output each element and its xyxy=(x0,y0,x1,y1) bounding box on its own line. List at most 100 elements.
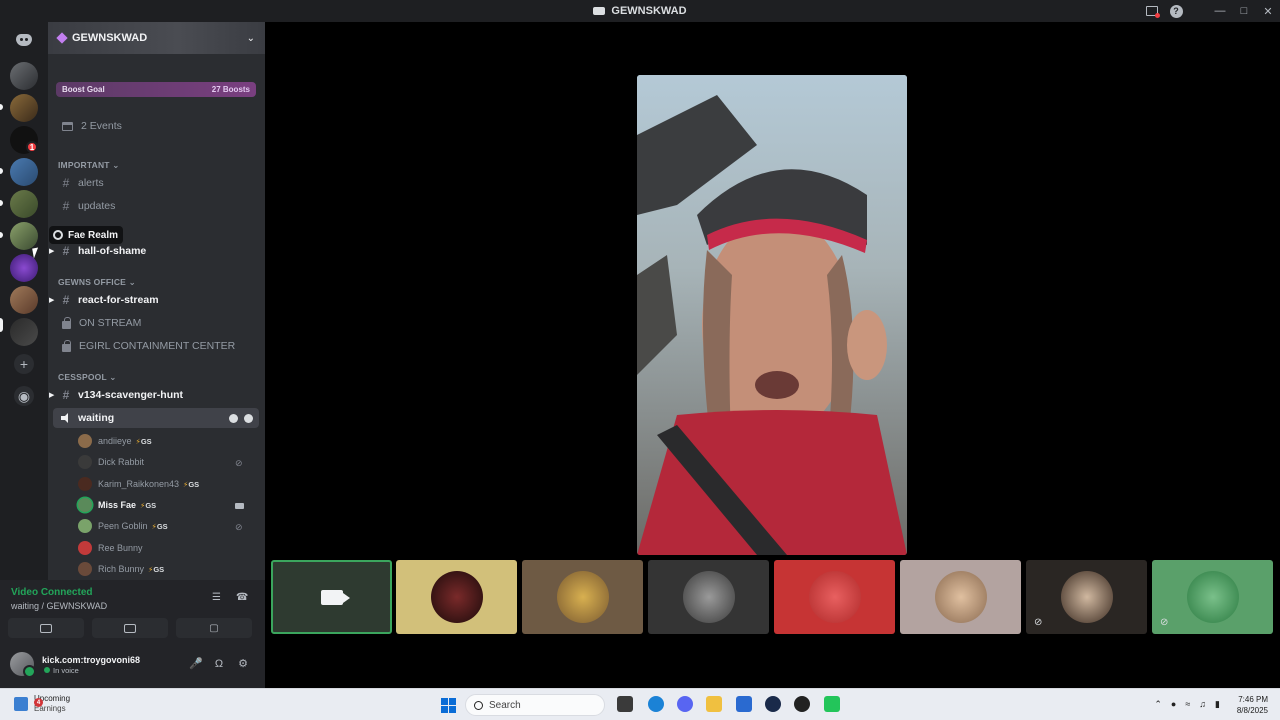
start-button[interactable] xyxy=(441,698,456,713)
member-name: Rich Bunny xyxy=(98,564,145,574)
member-tag: ⚡GS xyxy=(148,564,165,574)
server-icon[interactable] xyxy=(10,62,38,90)
voice-member[interactable]: Ree Bunny xyxy=(78,539,258,557)
channel-hall-of-shame[interactable]: ▶ # hall-of-shame xyxy=(49,241,259,261)
channel-label: ON STREAM xyxy=(79,317,142,329)
edge-icon[interactable] xyxy=(648,696,664,712)
server-logo-icon xyxy=(593,7,606,15)
file-explorer-icon[interactable] xyxy=(706,696,722,712)
channel-egirl-containment-center[interactable]: EGIRL CONTAINMENT CENTER xyxy=(53,336,259,356)
muted-icon: ⊘ xyxy=(235,521,243,532)
member-name: Ree Bunny xyxy=(98,543,143,553)
focused-video-stream[interactable] xyxy=(637,75,907,555)
chat-bubble-icon[interactable] xyxy=(229,413,238,423)
channel-react-for-stream[interactable]: ▶ # react-for-stream xyxy=(49,290,259,310)
voice-status[interactable]: Video Connected xyxy=(11,587,93,598)
voice-channel-waiting[interactable]: waiting xyxy=(53,408,259,428)
activities-button[interactable]: ▢ xyxy=(176,618,252,638)
screen-share-icon[interactable] xyxy=(1140,0,1164,22)
thread-arrow-icon: ▶ xyxy=(49,297,55,304)
microphone-icon[interactable]: ● xyxy=(1171,699,1176,710)
task-view-icon[interactable] xyxy=(617,696,633,712)
category-label: CESSPOOL xyxy=(58,372,107,382)
widgets-button[interactable]: 4 Upcoming Earnings xyxy=(14,694,70,714)
category-important[interactable]: IMPORTANT ⌄ xyxy=(58,160,120,171)
hash-icon: # xyxy=(62,388,70,402)
fae-realm-server-icon[interactable] xyxy=(10,222,38,250)
gewnskwad-server-icon[interactable] xyxy=(10,318,38,346)
category-cesspool[interactable]: CESSPOOL ⌄ xyxy=(58,372,117,383)
system-tray[interactable]: ⌃ ● ≈ ♫ ▮ xyxy=(1154,699,1220,710)
server-header[interactable]: GEWNSKWAD ⌄ xyxy=(48,22,265,54)
discover-icon[interactable]: ◉ xyxy=(14,386,34,406)
add-server-button[interactable]: + xyxy=(14,354,34,374)
video-tile[interactable] xyxy=(396,560,517,634)
avatar xyxy=(808,571,861,623)
settings-gear-icon[interactable]: ⚙ xyxy=(237,658,249,670)
channel-v134-scavenger-hunt[interactable]: ▶ # v134-scavenger-hunt xyxy=(49,385,259,405)
avatar xyxy=(430,571,483,623)
steam-icon[interactable] xyxy=(765,696,781,712)
voice-member[interactable]: Karim_Raikkonen43 ⚡GS xyxy=(78,475,258,493)
invite-icon[interactable] xyxy=(244,413,253,423)
voice-member[interactable]: Rich Bunny ⚡GS xyxy=(78,560,258,578)
noise-suppression-icon[interactable]: ☰ xyxy=(212,592,226,603)
server-icon[interactable] xyxy=(10,190,38,218)
voice-location[interactable]: waiting / GEWNSKWAD xyxy=(11,601,107,611)
video-tile[interactable] xyxy=(648,560,769,634)
voice-member[interactable]: Peen Goblin ⚡GS ⊘ xyxy=(78,517,258,535)
taskbar-search[interactable]: Search xyxy=(465,694,605,716)
minimize-button[interactable]: — xyxy=(1208,0,1232,22)
boost-count: 27 Boosts xyxy=(211,85,250,94)
boost-goal-bar[interactable]: Boost Goal 27 Boosts xyxy=(56,82,256,97)
headphones-icon[interactable]: Ω xyxy=(213,658,225,670)
app-icon[interactable] xyxy=(794,696,810,712)
battery-icon[interactable]: ▮ xyxy=(1215,699,1220,710)
notification-badge: 1 xyxy=(26,141,38,153)
discord-taskbar-icon[interactable] xyxy=(677,696,693,712)
disconnect-icon[interactable]: ☎ xyxy=(236,592,250,603)
help-icon[interactable]: ? xyxy=(1164,0,1188,22)
channel-updates[interactable]: # updates xyxy=(53,196,259,216)
server-icon[interactable] xyxy=(10,94,38,122)
channel-label: v134-scavenger-hunt xyxy=(78,389,184,401)
category-gewns-office[interactable]: GEWNS OFFICE ⌄ xyxy=(58,277,136,288)
server-icon[interactable] xyxy=(10,286,38,314)
toggle-camera-button[interactable] xyxy=(8,618,84,638)
maximize-button[interactable]: □ xyxy=(1232,0,1256,22)
microphone-icon[interactable]: 🎤 xyxy=(189,658,203,670)
voice-member[interactable]: andiieye ⚡GS xyxy=(78,432,258,450)
search-placeholder: Search xyxy=(489,699,521,711)
share-screen-button[interactable] xyxy=(92,618,168,638)
server-icon[interactable] xyxy=(10,158,38,186)
clock[interactable]: 7:46 PM 8/8/2025 xyxy=(1237,694,1268,716)
avatar[interactable] xyxy=(10,652,36,678)
windows-taskbar: 4 Upcoming Earnings Search ⌃ ● ≈ ♫ ▮ 7:4… xyxy=(0,688,1280,720)
events-row[interactable]: 2 Events xyxy=(53,116,259,136)
chevron-up-icon[interactable]: ⌃ xyxy=(1154,699,1162,710)
voice-member[interactable]: Miss Fae ⚡GS xyxy=(78,496,258,514)
video-tile[interactable] xyxy=(900,560,1021,634)
voice-member[interactable]: Dick Rabbit ⊘ xyxy=(78,453,258,471)
user-status: In voice xyxy=(53,666,79,675)
video-tile[interactable]: ⊘ xyxy=(1026,560,1147,634)
wifi-icon[interactable]: ≈ xyxy=(1185,699,1190,710)
app-icon[interactable] xyxy=(824,696,840,712)
video-tile[interactable] xyxy=(522,560,643,634)
channel-label: react-for-stream xyxy=(78,294,159,306)
user-name[interactable]: kick.com:troygovoni68 xyxy=(42,655,140,665)
volume-icon[interactable]: ♫ xyxy=(1199,699,1206,710)
widgets-badge: 4 xyxy=(34,698,43,707)
events-label: 2 Events xyxy=(81,120,122,132)
member-tag: ⚡GS xyxy=(183,479,200,489)
store-icon[interactable] xyxy=(736,696,752,712)
video-tile[interactable] xyxy=(774,560,895,634)
camera-icon xyxy=(235,501,244,510)
video-tile[interactable]: ⊘ xyxy=(1152,560,1273,634)
video-tile-self[interactable] xyxy=(271,560,392,634)
channel-on-stream[interactable]: ON STREAM xyxy=(53,313,259,333)
home-button[interactable] xyxy=(10,26,38,54)
avatar xyxy=(78,562,92,576)
close-button[interactable]: ✕ xyxy=(1256,0,1280,22)
channel-alerts[interactable]: # alerts xyxy=(53,173,259,193)
